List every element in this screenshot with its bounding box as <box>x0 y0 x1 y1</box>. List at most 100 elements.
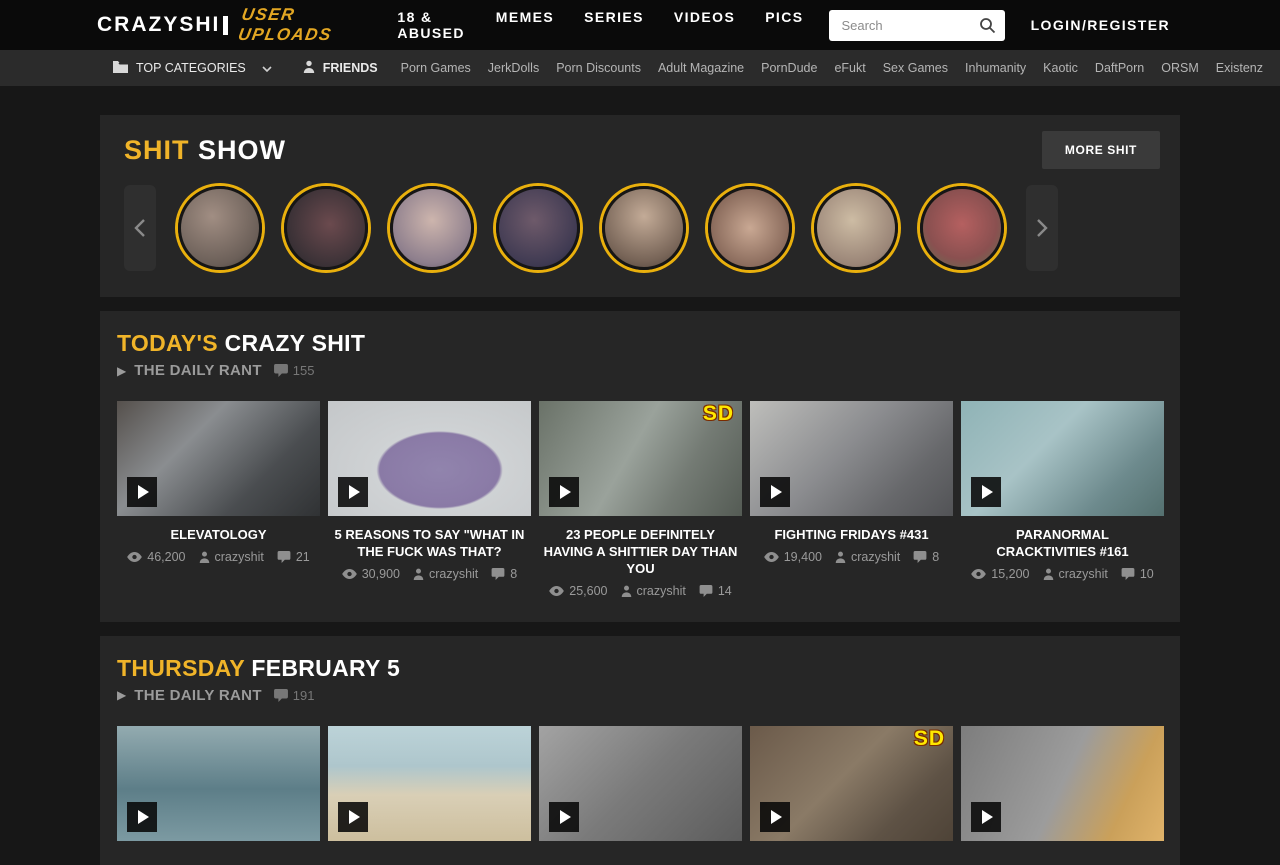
views-count: 30,900 <box>362 567 400 581</box>
play-button-icon[interactable] <box>127 802 157 832</box>
shit-show-section: SHIT SHOW MORE SHIT <box>100 115 1180 297</box>
category-link[interactable]: PornDude <box>761 61 817 75</box>
play-button-icon[interactable] <box>760 477 790 507</box>
comment-icon <box>699 585 713 597</box>
category-link[interactable]: JerkDolls <box>488 61 539 75</box>
daily-rant-link[interactable]: ▶ THE DAILY RANT 191 <box>117 687 1165 704</box>
video-card[interactable] <box>117 726 320 841</box>
video-thumbnail[interactable]: SD <box>539 401 742 516</box>
play-button-icon[interactable] <box>971 477 1001 507</box>
video-card[interactable]: 5 REASONS TO SAY "WHAT IN THE FUCK WAS T… <box>328 401 531 598</box>
category-link[interactable]: Existenz <box>1216 61 1263 75</box>
play-button-icon[interactable] <box>127 477 157 507</box>
category-link[interactable]: Adult Magazine <box>658 61 744 75</box>
video-card[interactable] <box>961 726 1164 841</box>
views-count: 15,200 <box>991 567 1029 581</box>
video-title: 5 REASONS TO SAY "WHAT IN THE FUCK WAS T… <box>328 527 531 561</box>
top-categories-dropdown[interactable]: TOP CATEGORIES <box>113 61 272 76</box>
login-register-link[interactable]: LOGIN/REGISTER <box>1031 17 1170 33</box>
chevron-down-icon <box>262 61 272 75</box>
views-count: 19,400 <box>784 550 822 564</box>
story-thumbnail[interactable] <box>390 186 474 270</box>
play-button-icon[interactable] <box>549 477 579 507</box>
category-link[interactable]: Sex Games <box>883 61 948 75</box>
friends-label: FRIENDS <box>323 61 378 75</box>
views-count: 46,200 <box>147 550 185 564</box>
nav-item-videos[interactable]: VIDEOS <box>674 9 735 41</box>
site-logo[interactable]: CRAZYSHI USER UPLOADS <box>97 5 367 45</box>
video-thumbnail[interactable] <box>961 726 1164 841</box>
search-box <box>829 10 1004 41</box>
views-icon <box>971 569 986 579</box>
video-card[interactable]: FIGHTING FRIDAYS #431 19,400 crazyshit 8 <box>750 401 953 598</box>
video-thumbnail[interactable] <box>539 726 742 841</box>
carousel-left-arrow[interactable] <box>124 185 156 271</box>
play-button-icon[interactable] <box>338 802 368 832</box>
views-icon <box>127 552 142 562</box>
uploader-icon <box>199 551 210 563</box>
play-button-icon[interactable] <box>338 477 368 507</box>
sd-quality-badge: SD <box>914 727 945 751</box>
video-thumbnail[interactable] <box>117 726 320 841</box>
video-card[interactable] <box>539 726 742 841</box>
category-link[interactable]: ORSM <box>1161 61 1199 75</box>
comment-icon <box>274 689 288 702</box>
story-thumbnail[interactable] <box>496 186 580 270</box>
search-icon[interactable] <box>979 17 996 39</box>
stories-carousel <box>124 185 1160 271</box>
play-triangle-icon: ▶ <box>117 688 126 702</box>
play-button-icon[interactable] <box>971 802 1001 832</box>
uploader-name: crazyshit <box>637 584 686 598</box>
video-card[interactable]: PARANORMAL CRACKTIVITIES #161 15,200 cra… <box>961 401 1164 598</box>
carousel-right-arrow[interactable] <box>1026 185 1058 271</box>
uploader-name: crazyshit <box>429 567 478 581</box>
video-card[interactable] <box>328 726 531 841</box>
video-thumbnail[interactable] <box>961 401 1164 516</box>
category-link[interactable]: Kaotic <box>1043 61 1078 75</box>
video-title: FIGHTING FRIDAYS #431 <box>750 527 953 544</box>
story-thumbnail[interactable] <box>284 186 368 270</box>
category-link[interactable]: eFukt <box>834 61 865 75</box>
category-link[interactable]: DaftPorn <box>1095 61 1144 75</box>
story-thumbnail[interactable] <box>708 186 792 270</box>
uploader-name: crazyshit <box>215 550 264 564</box>
story-thumbnail[interactable] <box>920 186 1004 270</box>
category-link[interactable]: Porn Discounts <box>556 61 641 75</box>
folder-icon <box>113 61 128 76</box>
daily-rant-link[interactable]: ▶ THE DAILY RANT 155 <box>117 362 1165 379</box>
comment-icon <box>277 551 291 563</box>
views-count: 25,600 <box>569 584 607 598</box>
video-thumbnail[interactable] <box>328 726 531 841</box>
category-link[interactable]: Porn Games <box>401 61 471 75</box>
shit-show-title: SHIT SHOW <box>124 135 286 166</box>
video-title: ELEVATOLOGY <box>117 527 320 544</box>
friends-link[interactable]: FRIENDS <box>303 60 378 76</box>
comment-icon <box>1121 568 1135 580</box>
video-thumbnail[interactable] <box>750 401 953 516</box>
comment-icon <box>491 568 505 580</box>
play-button-icon[interactable] <box>549 802 579 832</box>
video-card[interactable]: SD 23 PEOPLE DEFINITELY HAVING A SHITTIE… <box>539 401 742 598</box>
uploader-name: crazyshit <box>851 550 900 564</box>
story-thumbnail[interactable] <box>178 186 262 270</box>
main-nav: 18 & ABUSED MEMES SERIES VIDEOS PICS <box>397 9 803 41</box>
video-card[interactable]: SD <box>750 726 953 841</box>
story-thumbnail[interactable] <box>602 186 686 270</box>
nav-item-pics[interactable]: PICS <box>765 9 803 41</box>
nav-item-memes[interactable]: MEMES <box>496 9 554 41</box>
play-button-icon[interactable] <box>760 802 790 832</box>
uploader-icon <box>413 568 424 580</box>
category-link[interactable]: Inhumanity <box>965 61 1026 75</box>
video-thumbnail[interactable] <box>328 401 531 516</box>
nav-item-18-abused[interactable]: 18 & ABUSED <box>397 9 465 41</box>
top-categories-label: TOP CATEGORIES <box>136 61 246 75</box>
story-thumbnail[interactable] <box>814 186 898 270</box>
nav-item-series[interactable]: SERIES <box>584 9 644 41</box>
video-card[interactable]: ELEVATOLOGY 46,200 crazyshit 21 <box>117 401 320 598</box>
views-icon <box>342 569 357 579</box>
comment-icon <box>913 551 927 563</box>
video-thumbnail[interactable] <box>117 401 320 516</box>
views-icon <box>764 552 779 562</box>
video-thumbnail[interactable]: SD <box>750 726 953 841</box>
more-shit-button[interactable]: MORE SHIT <box>1042 131 1160 169</box>
